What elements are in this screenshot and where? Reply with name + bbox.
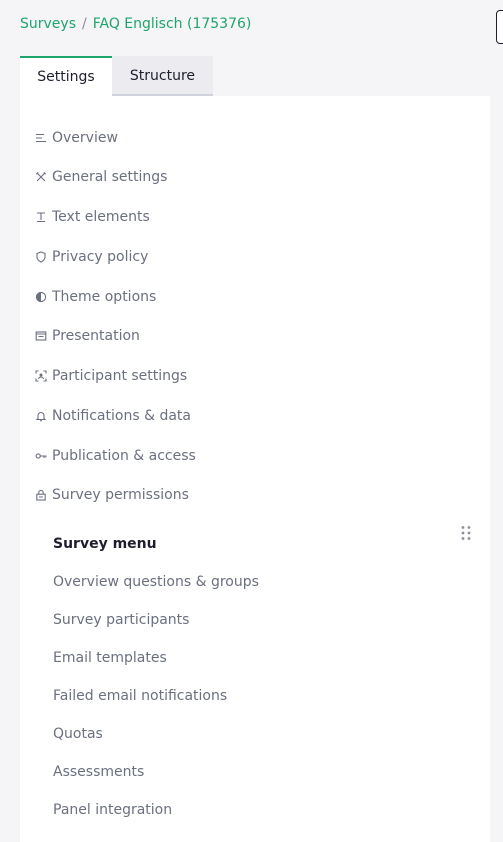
menu-item-overview[interactable]: Overview bbox=[34, 127, 118, 149]
menu-item-privacy-policy[interactable]: Privacy policy bbox=[34, 246, 148, 268]
list-icon bbox=[34, 131, 48, 145]
settings-panel: Overview General settings Text elements … bbox=[20, 96, 490, 842]
key-icon bbox=[34, 449, 48, 463]
tab-settings[interactable]: Settings bbox=[20, 56, 112, 96]
survey-menu-item-email-templates[interactable]: Email templates bbox=[53, 650, 167, 666]
tools-icon bbox=[34, 170, 48, 184]
menu-item-label: Overview bbox=[52, 130, 118, 146]
breadcrumb-current-survey-link[interactable]: FAQ Englisch (175376) bbox=[93, 16, 252, 32]
lock-icon bbox=[34, 488, 48, 502]
menu-item-label: General settings bbox=[52, 169, 168, 185]
menu-item-label: Notifications & data bbox=[52, 408, 191, 424]
menu-item-theme-options[interactable]: Theme options bbox=[34, 286, 156, 308]
menu-item-label: Theme options bbox=[52, 289, 157, 305]
menu-item-label: Participant settings bbox=[52, 368, 188, 384]
survey-menu-item-assessments[interactable]: Assessments bbox=[53, 764, 144, 780]
shield-icon bbox=[34, 250, 48, 264]
tab-structure[interactable]: Structure bbox=[112, 56, 213, 96]
sidebar-tabs: Settings Structure bbox=[20, 56, 213, 96]
menu-item-notifications-data[interactable]: Notifications & data bbox=[34, 405, 191, 427]
menu-item-label: Publication & access bbox=[52, 448, 196, 464]
menu-item-label: Presentation bbox=[52, 328, 140, 344]
bell-icon bbox=[34, 409, 48, 423]
breadcrumb-separator: / bbox=[82, 16, 87, 32]
toolbar-button-partial[interactable] bbox=[496, 10, 503, 44]
breadcrumb-surveys-link[interactable]: Surveys bbox=[20, 16, 76, 32]
participant-icon bbox=[34, 369, 48, 383]
survey-menu-heading: Survey menu bbox=[53, 536, 157, 552]
menu-item-label: Text elements bbox=[52, 209, 150, 225]
presentation-icon bbox=[34, 329, 48, 343]
menu-item-presentation[interactable]: Presentation bbox=[34, 325, 140, 347]
survey-menu-item-quotas[interactable]: Quotas bbox=[53, 726, 103, 742]
menu-item-survey-permissions[interactable]: Survey permissions bbox=[34, 484, 189, 506]
drag-handle-icon[interactable] bbox=[459, 524, 473, 542]
breadcrumb: Surveys / FAQ Englisch (175376) bbox=[20, 16, 251, 32]
menu-item-general-settings[interactable]: General settings bbox=[34, 166, 167, 188]
menu-item-publication-access[interactable]: Publication & access bbox=[34, 445, 196, 467]
survey-menu-item-failed-email-notifications[interactable]: Failed email notifications bbox=[53, 688, 227, 704]
menu-item-participant-settings[interactable]: Participant settings bbox=[34, 365, 187, 387]
contrast-icon bbox=[34, 290, 48, 304]
menu-item-label: Survey permissions bbox=[52, 487, 189, 503]
text-icon bbox=[34, 210, 48, 224]
survey-menu-item-survey-participants[interactable]: Survey participants bbox=[53, 612, 189, 628]
menu-item-text-elements[interactable]: Text elements bbox=[34, 206, 150, 228]
menu-item-label: Privacy policy bbox=[52, 249, 149, 265]
survey-menu-item-panel-integration[interactable]: Panel integration bbox=[53, 802, 172, 818]
survey-menu-item-overview-questions-groups[interactable]: Overview questions & groups bbox=[53, 574, 259, 590]
